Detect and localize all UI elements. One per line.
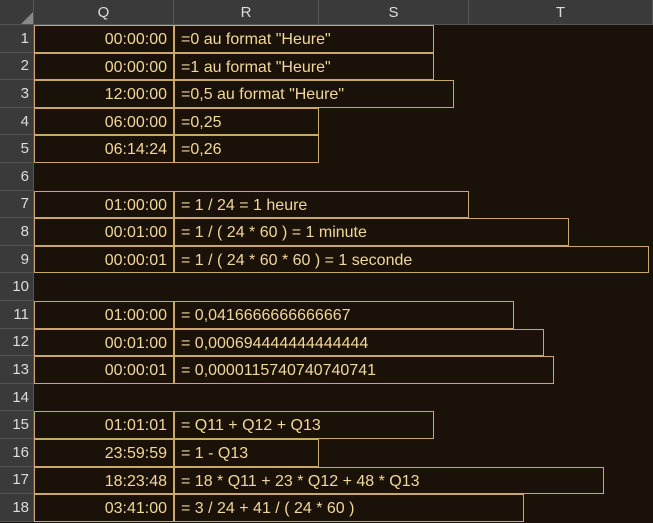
cell-q18[interactable]: 03:41:00 [34,494,174,522]
row-header-7[interactable]: 7 [0,191,34,219]
cell-q3[interactable]: 12:00:00 [34,80,174,108]
column-header-r[interactable]: R [174,0,319,25]
cell-q10[interactable] [34,273,174,301]
row-header-3[interactable]: 3 [0,80,34,108]
column-header-t[interactable]: T [469,0,653,25]
column-header-s[interactable]: S [319,0,469,25]
select-all-corner[interactable] [0,0,34,25]
cell-q11[interactable]: 01:00:00 [34,301,174,329]
row-header-6[interactable]: 6 [0,163,34,191]
cell-r16[interactable]: = 1 - Q13 [174,439,319,467]
row-header-13[interactable]: 13 [0,356,34,384]
row-header-8[interactable]: 8 [0,218,34,246]
cell-r3[interactable]: =0,5 au format "Heure" [174,80,454,108]
cell-r11[interactable]: = 0,0416666666666667 [174,301,514,329]
cell-q17[interactable]: 18:23:48 [34,467,174,495]
row-header-11[interactable]: 11 [0,301,34,329]
cell-r8[interactable]: = 1 / ( 24 * 60 ) = 1 minute [174,218,569,246]
row-header-18[interactable]: 18 [0,494,34,522]
row-header-14[interactable]: 14 [0,384,34,412]
row-header-12[interactable]: 12 [0,329,34,357]
cell-r12[interactable]: = 0,000694444444444444 [174,329,544,357]
cell-r7[interactable]: = 1 / 24 = 1 heure [174,191,469,219]
cell-r1[interactable]: =0 au format "Heure" [174,25,434,53]
cell-r9[interactable]: = 1 / ( 24 * 60 * 60 ) = 1 seconde [174,246,649,274]
cell-r5[interactable]: =0,26 [174,135,319,163]
row-header-2[interactable]: 2 [0,53,34,81]
cell-q7[interactable]: 01:00:00 [34,191,174,219]
cell-q5[interactable]: 06:14:24 [34,135,174,163]
cell-r15[interactable]: = Q11 + Q12 + Q13 [174,411,434,439]
cell-q2[interactable]: 00:00:00 [34,53,174,81]
cell-q14[interactable] [34,384,174,412]
cell-q6[interactable] [34,163,174,191]
cell-q12[interactable]: 00:01:00 [34,329,174,357]
row-header-1[interactable]: 1 [0,25,34,53]
column-headers: Q R S T [34,0,653,25]
column-header-q[interactable]: Q [34,0,174,25]
cell-q13[interactable]: 00:00:01 [34,356,174,384]
row-header-17[interactable]: 17 [0,467,34,495]
cell-q15[interactable]: 01:01:01 [34,411,174,439]
cell-r18[interactable]: = 3 / 24 + 41 / ( 24 * 60 ) [174,494,524,522]
cell-r4[interactable]: =0,25 [174,108,319,136]
row-header-15[interactable]: 15 [0,411,34,439]
cell-q8[interactable]: 00:01:00 [34,218,174,246]
row-headers: 123456789101112131415161718 [0,25,34,522]
cell-q4[interactable]: 06:00:00 [34,108,174,136]
cell-q9[interactable]: 00:00:01 [34,246,174,274]
row-header-9[interactable]: 9 [0,246,34,274]
row-header-16[interactable]: 16 [0,439,34,467]
cell-r17[interactable]: = 18 * Q11 + 23 * Q12 + 48 * Q13 [174,467,604,495]
row-header-10[interactable]: 10 [0,273,34,301]
cell-r13[interactable]: = 0,0000115740740740741 [174,356,554,384]
cell-r2[interactable]: =1 au format "Heure" [174,53,434,81]
cell-q16[interactable]: 23:59:59 [34,439,174,467]
row-header-4[interactable]: 4 [0,108,34,136]
row-header-5[interactable]: 5 [0,135,34,163]
cell-q1[interactable]: 00:00:00 [34,25,174,53]
